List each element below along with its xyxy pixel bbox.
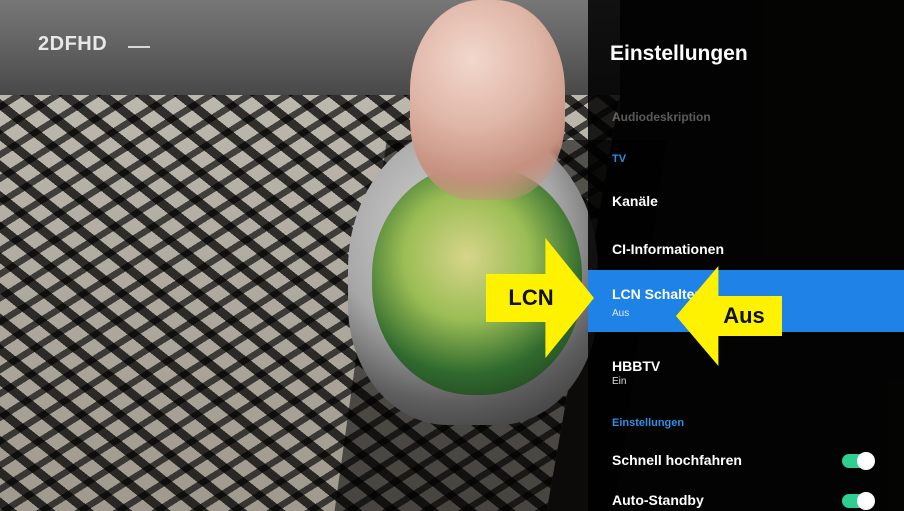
settings-item-auto-standby[interactable]: Auto-Standby xyxy=(588,480,904,511)
settings-item-ci-informationen[interactable]: CI-Informationen xyxy=(588,226,904,268)
settings-panel: Einstellungen Audiodeskription TV Kanäle… xyxy=(588,0,904,511)
callout-text: Aus xyxy=(723,303,765,328)
settings-item-label: HBBTV xyxy=(612,358,661,374)
settings-item-label: Auto-Standby xyxy=(612,492,704,508)
settings-item-value: Ein xyxy=(612,376,627,387)
settings-item-label: LCN Schalter xyxy=(612,286,700,302)
toggle-knob xyxy=(857,452,875,470)
channel-logo: 2DFHD xyxy=(30,32,150,60)
channel-logo-text: 2DFHD xyxy=(38,33,108,55)
settings-item-hbbtv[interactable]: HBBTV Ein xyxy=(588,350,904,404)
channel-logo-line xyxy=(128,46,150,48)
settings-item-label: Schnell hochfahren xyxy=(612,452,742,468)
section-label: TV xyxy=(612,153,627,165)
settings-item-schnell-hochfahren[interactable]: Schnell hochfahren xyxy=(588,438,904,480)
toggle-knob xyxy=(857,492,875,510)
settings-item-audiodeskription[interactable]: Audiodeskription xyxy=(588,98,904,140)
settings-item-label: CI-Informationen xyxy=(612,241,724,257)
settings-item-label: Kanäle xyxy=(612,193,658,209)
toggle-switch[interactable] xyxy=(842,452,875,470)
settings-section-einstellungen: Einstellungen xyxy=(588,408,904,436)
settings-section-tv: TV xyxy=(588,142,904,172)
settings-item-value: Aus xyxy=(612,308,630,319)
callout-text: LCN xyxy=(508,285,554,310)
settings-item-label: Audiodeskription xyxy=(612,110,711,124)
hand xyxy=(410,0,565,200)
settings-title: Einstellungen xyxy=(610,42,748,65)
section-label: Einstellungen xyxy=(612,417,685,429)
tv-screen: 2DFHD Einstellungen Audiodeskription TV … xyxy=(0,0,904,511)
settings-item-kanaele[interactable]: Kanäle xyxy=(588,178,904,220)
toggle-switch[interactable] xyxy=(842,492,875,510)
